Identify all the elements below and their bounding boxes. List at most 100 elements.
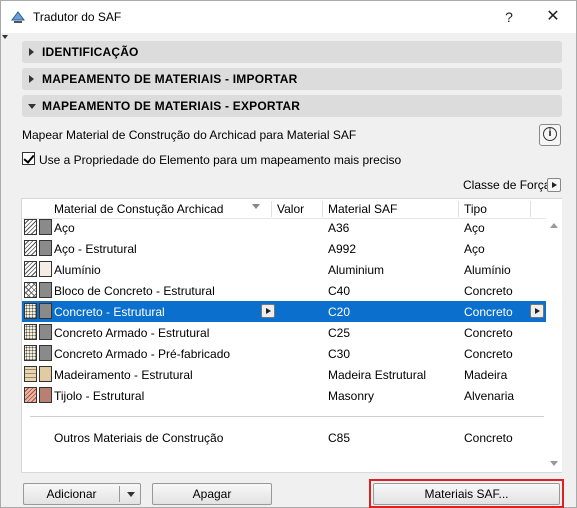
scroll-down-icon[interactable] bbox=[550, 461, 558, 466]
material-name: Concreto Armado - Estrutural bbox=[54, 326, 210, 340]
saf-material: C85 bbox=[328, 431, 351, 445]
column-divider[interactable] bbox=[322, 201, 323, 217]
column-header-tipo[interactable]: Tipo bbox=[464, 202, 487, 216]
saf-material: A992 bbox=[328, 242, 357, 256]
section-label: IDENTIFICAÇÃO bbox=[42, 45, 139, 59]
material-picker-arrow-button[interactable] bbox=[261, 304, 275, 318]
element-property-label: Use a Propriedade do Elemento para um ma… bbox=[39, 153, 402, 167]
table-row[interactable]: Concreto Armado - Estrutural C25 Concreto bbox=[22, 322, 546, 343]
material-type: Concreto bbox=[464, 347, 513, 361]
material-type: Aço bbox=[464, 242, 485, 256]
type-picker-arrow-button[interactable] bbox=[530, 304, 544, 318]
title-bar: Tradutor do SAF ? ✕ bbox=[1, 1, 576, 33]
chevron-right-icon bbox=[29, 75, 34, 83]
column-header-valor[interactable]: Valor bbox=[277, 202, 304, 216]
column-divider[interactable] bbox=[530, 201, 531, 217]
saf-material: C25 bbox=[328, 326, 351, 340]
table-scrollbar[interactable] bbox=[546, 199, 562, 472]
saf-material: C30 bbox=[328, 347, 351, 361]
chevron-right-icon bbox=[29, 48, 34, 56]
color-swatch-icon bbox=[39, 324, 52, 340]
color-swatch-icon bbox=[39, 282, 52, 298]
add-button[interactable]: Adicionar bbox=[23, 483, 141, 505]
saf-translator-dialog: Tradutor do SAF ? ✕ IDENTIFICAÇÃO MAPEAM… bbox=[0, 0, 577, 508]
force-class-label: Classe de Força bbox=[463, 178, 551, 192]
section-export-mapping[interactable]: MAPEAMENTO DE MATERIAIS - EXPORTAR bbox=[22, 95, 562, 117]
split-divider bbox=[119, 486, 120, 502]
color-swatch-icon bbox=[39, 366, 52, 382]
hatch-swatch-icon bbox=[24, 366, 37, 382]
material-name: Alumínio bbox=[54, 263, 101, 277]
material-name: Aço bbox=[54, 221, 75, 235]
material-type: Concreto bbox=[464, 305, 513, 319]
element-property-checkbox[interactable] bbox=[22, 152, 35, 165]
saf-material: Masonry bbox=[328, 389, 375, 403]
window-title: Tradutor do SAF bbox=[33, 10, 122, 24]
table-row[interactable]: Aço A36 Aço bbox=[22, 217, 546, 238]
export-description: Mapear Material de Construção do Archica… bbox=[22, 128, 357, 142]
hatch-swatch-icon bbox=[24, 387, 37, 403]
material-type: Alumínio bbox=[464, 263, 511, 277]
table-row[interactable]: Alumínio Aluminium Alumínio bbox=[22, 259, 546, 280]
delete-button[interactable]: Apagar bbox=[152, 483, 272, 505]
column-divider[interactable] bbox=[458, 201, 459, 217]
add-button-label: Adicionar bbox=[46, 487, 97, 501]
column-header-material[interactable]: Material de Constução Archicad bbox=[54, 202, 223, 216]
close-button[interactable]: ✕ bbox=[533, 5, 573, 29]
material-mapping-table: Material de Constução Archicad Valor Mat… bbox=[21, 198, 562, 473]
section-label: MAPEAMENTO DE MATERIAIS - EXPORTAR bbox=[42, 99, 301, 113]
material-name: Bloco de Concreto - Estrutural bbox=[54, 284, 215, 298]
material-name: Madeiramento - Estrutural bbox=[54, 368, 193, 382]
material-name: Concreto Armado - Pré-fabricado bbox=[54, 347, 231, 361]
hatch-swatch-icon bbox=[24, 303, 37, 319]
material-name: Aço - Estrutural bbox=[54, 242, 137, 256]
table-row-other-materials[interactable]: Outros Materiais de Construção C85 Concr… bbox=[22, 427, 546, 448]
column-header-material-saf[interactable]: Material SAF bbox=[328, 202, 397, 216]
material-name: Concreto - Estrutural bbox=[54, 305, 165, 319]
force-class-arrow-button[interactable] bbox=[547, 178, 561, 192]
material-name: Tijolo - Estrutural bbox=[54, 389, 145, 403]
hatch-swatch-icon bbox=[24, 261, 37, 277]
table-row[interactable]: Concreto - Estrutural C20 Concreto bbox=[22, 301, 546, 322]
help-button[interactable]: ? bbox=[489, 5, 529, 29]
color-swatch-icon bbox=[39, 219, 52, 235]
color-swatch-icon bbox=[39, 345, 52, 361]
table-row[interactable]: Concreto Armado - Pré-fabricado C30 Concre… bbox=[22, 343, 546, 364]
app-icon bbox=[11, 11, 25, 23]
color-swatch-icon bbox=[39, 240, 52, 256]
chevron-down-icon[interactable] bbox=[127, 492, 135, 497]
material-type: Concreto bbox=[464, 431, 513, 445]
material-type: Concreto bbox=[464, 326, 513, 340]
saf-material: A36 bbox=[328, 221, 350, 235]
hatch-swatch-icon bbox=[24, 240, 37, 256]
table-row[interactable]: Bloco de Concreto - Estrutural C40 Concret… bbox=[22, 280, 546, 301]
hatch-swatch-icon bbox=[24, 219, 37, 235]
hatch-swatch-icon bbox=[24, 345, 37, 361]
color-swatch-icon bbox=[39, 387, 52, 403]
material-type: Alvenaria bbox=[464, 389, 515, 403]
section-import-mapping[interactable]: MAPEAMENTO DE MATERIAIS - IMPORTAR bbox=[22, 68, 562, 90]
section-identificacao[interactable]: IDENTIFICAÇÃO bbox=[22, 41, 562, 63]
section-label: MAPEAMENTO DE MATERIAIS - IMPORTAR bbox=[42, 72, 298, 86]
material-type: Aço bbox=[464, 221, 485, 235]
table-row[interactable]: Tijolo - Estrutural Masonry Alvenaria bbox=[22, 385, 546, 406]
sort-arrow-icon[interactable] bbox=[252, 204, 260, 209]
column-divider[interactable] bbox=[271, 201, 272, 217]
saf-material: Madeira Estrutural bbox=[328, 368, 427, 382]
info-button[interactable]: i bbox=[539, 124, 561, 146]
collapse-handle-icon[interactable] bbox=[2, 35, 8, 39]
color-swatch-icon bbox=[39, 261, 52, 277]
scroll-up-icon[interactable] bbox=[550, 223, 558, 228]
saf-material: C20 bbox=[328, 305, 351, 319]
table-row[interactable]: Madeiramento - Estrutural Madeira Estrutu… bbox=[22, 364, 546, 385]
info-icon: i bbox=[543, 127, 557, 141]
table-row[interactable]: Aço - Estrutural A992 Aço bbox=[22, 238, 546, 259]
highlight-box bbox=[369, 479, 564, 508]
table-header: Material de Constução Archicad Valor Mat… bbox=[22, 199, 546, 219]
color-swatch-icon bbox=[39, 303, 52, 319]
hatch-swatch-icon bbox=[24, 282, 37, 298]
material-type: Concreto bbox=[464, 284, 513, 298]
material-name: Outros Materiais de Construção bbox=[54, 431, 224, 445]
chevron-down-icon bbox=[28, 104, 36, 109]
material-type: Madeira bbox=[464, 368, 508, 382]
